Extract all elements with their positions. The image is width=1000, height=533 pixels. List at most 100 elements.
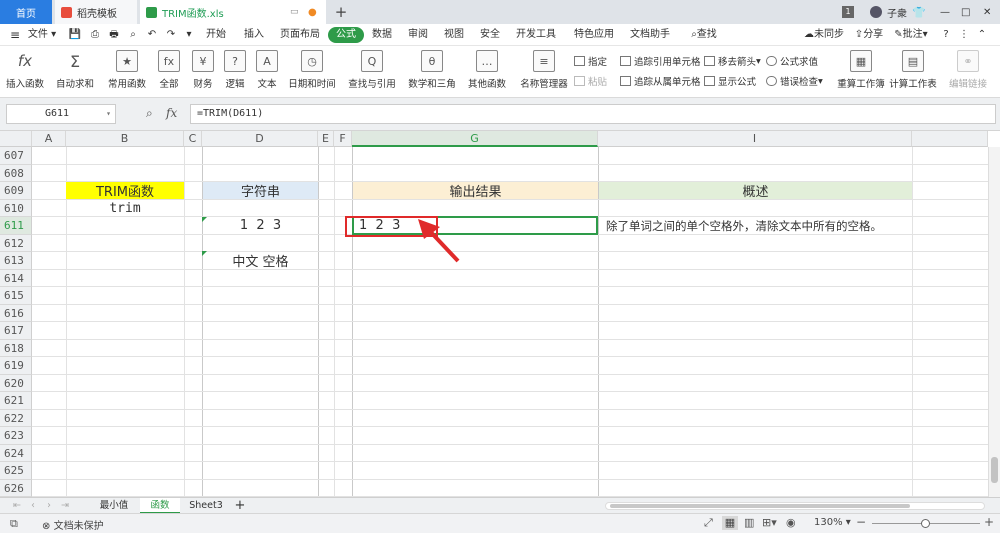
next-sheet-icon[interactable]: › [42,498,56,514]
col-header-a[interactable]: A [32,131,66,147]
row-header[interactable]: 620 [0,374,32,392]
menu-review[interactable]: 审阅 [404,27,432,43]
user-menu[interactable]: 子衆 [870,0,907,24]
scroll-thumb[interactable] [991,457,998,483]
sheet-tab-min[interactable]: 最小值 [88,498,140,514]
select-all-corner[interactable] [0,131,32,147]
lookup-reference-button[interactable]: Q 查找与引用 [344,50,400,90]
reading-layout-icon[interactable]: ⊞▾ [762,516,777,529]
cell-b610[interactable]: trim [66,200,184,217]
autosum-button[interactable]: Σ 自动求和 [52,50,98,91]
fx-icon[interactable]: fx [166,106,177,120]
doc-protect-status[interactable]: ⊗ 文档未保护 [42,517,104,532]
row-header[interactable]: 622 [0,409,32,427]
all-functions-button[interactable]: fx 全部 [154,50,184,90]
first-sheet-icon[interactable]: ⇤ [10,498,24,514]
row-header[interactable]: 613 [0,252,32,270]
menu-file[interactable]: 文件 ▾ [24,27,60,43]
row-header[interactable]: 616 [0,304,32,322]
cell-d613[interactable]: 中文 空格 [203,252,318,270]
unsaved-dot-icon[interactable]: ● [308,7,317,18]
export-pdf-icon[interactable]: ⎙ [88,27,102,43]
sheet-tab-functions[interactable]: 函数 [140,498,180,514]
cell-d611[interactable]: 1 2 3 [203,217,318,234]
menu-special[interactable]: 特色应用 [572,27,616,43]
share-button[interactable]: ⇪分享 [852,27,886,43]
date-time-button[interactable]: ◷ 日期和时间 [286,50,338,90]
vertical-scrollbar[interactable] [988,147,1000,497]
col-header-b[interactable]: B [66,131,184,147]
hamburger-icon[interactable]: ≡ [8,27,22,43]
row-header[interactable]: 611 [0,217,32,235]
h-scroll-thumb[interactable] [610,504,910,508]
row-header[interactable]: 607 [0,147,32,165]
monitor-icon[interactable]: ▭ [290,7,299,17]
menu-security[interactable]: 安全 [476,27,504,43]
show-formulas-button[interactable]: 显示公式 [704,74,756,88]
row-header[interactable]: 626 [0,479,32,497]
prev-sheet-icon[interactable]: ‹ [26,498,40,514]
tab-trim-file[interactable]: TRIM函数.xls ▭ ● [140,0,326,24]
formula-input[interactable]: =TRIM(D611) [190,104,996,124]
skin-icon[interactable]: 👕 [912,0,926,24]
menu-view[interactable]: 视图 [440,27,468,43]
menu-data[interactable]: 数据 [368,27,396,43]
remove-arrows-button[interactable]: 移去箭头 ▾ [704,54,761,68]
edit-links-button[interactable]: ⚭ 编辑链接 [946,50,990,90]
define-name-button[interactable]: 指定 [574,54,607,68]
redo-icon[interactable]: ↷ [164,27,178,43]
undo-icon[interactable]: ↶ [145,27,159,43]
menu-search[interactable]: ⌕查找 [684,27,724,43]
chevron-down-icon[interactable]: ▾ [106,105,111,123]
row-header[interactable]: 624 [0,444,32,462]
row-header[interactable]: 608 [0,164,32,182]
evaluate-formula-button[interactable]: 公式求值 [766,54,818,68]
eye-protect-icon[interactable]: ◉ [786,516,796,529]
collapse-ribbon-icon[interactable]: ⌃ [976,27,988,43]
cell-d609[interactable]: 字符串 [203,182,318,200]
print-icon[interactable]: 🖶 [107,27,121,43]
help-button[interactable]: ? [940,27,952,43]
row-header[interactable]: 619 [0,357,32,375]
cell-b609[interactable]: TRIM函数 [66,182,184,200]
logical-button[interactable]: ? 逻辑 [220,50,250,90]
normal-view-icon[interactable]: ▦ [722,516,738,530]
status-cell-icon[interactable]: ⧉ [10,517,18,531]
menu-developer[interactable]: 开发工具 [514,27,558,43]
row-header[interactable]: 615 [0,287,32,305]
cell-i611[interactable]: 除了单词之间的单个空格外，清除文本中所有的空格。 [599,217,912,234]
common-functions-button[interactable]: ★ 常用函数 [104,50,150,90]
cell-g609[interactable]: 输出结果 [353,182,598,200]
row-header[interactable]: 625 [0,462,32,480]
close-button[interactable]: ✕ [983,0,991,24]
trace-dependents-button[interactable]: 追踪从属单元格 [620,74,701,88]
zoom-in-button[interactable]: + [984,515,994,529]
menu-insert[interactable]: 插入 [240,27,268,43]
calc-sheet-button[interactable]: ▤ 计算工作表 [888,50,938,90]
print-preview-icon[interactable]: ⌕ [126,27,140,43]
col-header-c[interactable]: C [184,131,202,147]
page-badge[interactable]: 1 [842,6,854,18]
save-icon[interactable]: 💾 [68,27,82,43]
row-header[interactable]: 614 [0,269,32,287]
trace-precedents-button[interactable]: 追踪引用单元格 [620,54,701,68]
financial-button[interactable]: ¥ 财务 [188,50,218,90]
insert-function-button[interactable]: fx 插入函数 [6,50,44,90]
zoom-level[interactable]: 130% ▾ [814,517,851,528]
text-functions-button[interactable]: A 文本 [252,50,282,90]
zoom-out-button[interactable]: − [856,515,866,529]
row-header[interactable]: 610 [0,199,32,217]
row-header[interactable]: 623 [0,427,32,445]
sheet-tab-sheet3[interactable]: Sheet3 [182,498,230,514]
cell-i609[interactable]: 概述 [599,182,912,200]
menu-home[interactable]: 开始 [202,27,230,43]
math-trig-button[interactable]: θ 数学和三角 [404,50,460,90]
col-header-d[interactable]: D [202,131,318,147]
col-header-i[interactable]: I [598,131,912,147]
maximize-button[interactable]: □ [961,0,970,24]
fullscreen-icon[interactable]: ⤢ [704,516,713,530]
more-options-icon[interactable]: ⋮ [958,27,970,43]
menu-doc-assistant[interactable]: 文档助手 [628,27,672,43]
row-header[interactable]: 621 [0,392,32,410]
recalc-workbook-button[interactable]: ▦ 重算工作簿 [836,50,886,90]
